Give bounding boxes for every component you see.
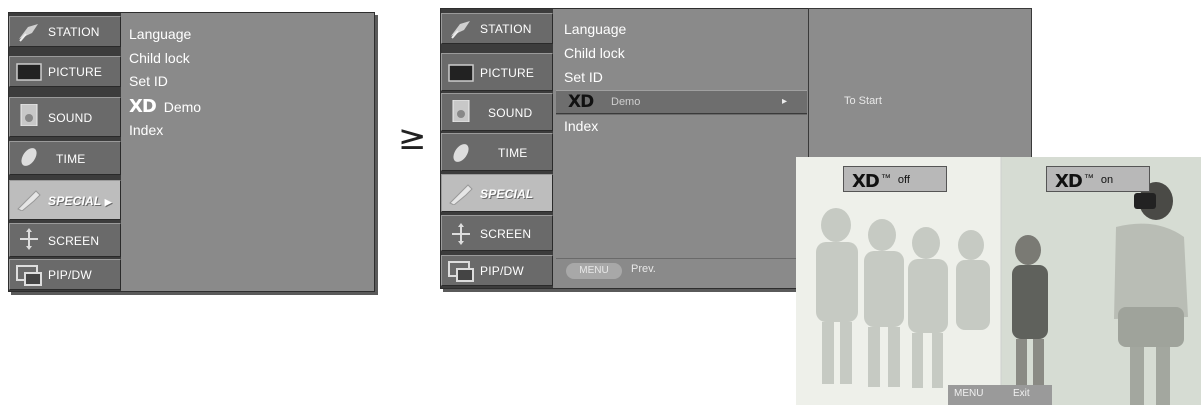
screen-adjust-icon [452,223,470,245]
picture-icon [16,63,42,81]
transition-arrow: ≥ [398,118,427,158]
sidebar-item-screen[interactable]: SCREEN [441,215,553,251]
sidebar-item-label: PIP/DW [480,264,524,278]
menu-item-language[interactable]: Language [129,26,191,42]
menu-item-child-lock[interactable]: Child lock [564,45,625,61]
clock-icon [453,144,469,162]
sidebar-right: STATION PICTURE SOUND TIME SPECIAL SCREE… [441,9,553,288]
sidebar-item-label: SCREEN [480,227,532,241]
submenu-option-to-start[interactable]: To Start [844,95,882,107]
sidebar-item-label: PIP/DW [48,268,92,282]
xd-on-label: on [1100,174,1114,186]
menu-prev-button[interactable]: MENU [566,263,622,279]
menu-item-xd-demo-selected[interactable]: XD Demo ▸ [556,90,807,114]
sidebar-item-screen[interactable]: SCREEN [9,223,121,257]
demo-photo-illustration [796,157,1201,405]
sidebar-item-pip[interactable]: PIP/DW [9,259,121,290]
demo-menu-button[interactable]: MENU [954,388,983,399]
sidebar-item-time[interactable]: TIME [9,141,121,175]
sidebar-item-pip[interactable]: PIP/DW [441,255,553,286]
sidebar-item-label: PICTURE [48,65,103,79]
demo-exit-label: Exit [1013,388,1030,399]
menu-item-index[interactable]: Index [129,122,163,138]
xd-off-label: off [897,174,910,186]
sidebar-item-sound[interactable]: SOUND [441,93,553,131]
menu-item-set-id[interactable]: Set ID [564,69,603,85]
xd-logo: XD [852,171,880,192]
sidebar-item-time[interactable]: TIME [441,133,553,171]
sidebar-item-label: SOUND [488,106,533,120]
xd-logo: XD [1055,171,1083,192]
menu-item-set-id[interactable]: Set ID [129,73,168,89]
xd-demo-image: XD ™ off XD ™ on MENU Exit [796,157,1201,405]
menu-footer-divider [556,258,807,259]
sidebar-item-label: SOUND [48,111,93,125]
menu-item-label: Demo [611,96,641,108]
sidebar-left: STATION PICTURE SOUND TIME SPECIAL ▶ SCR… [9,13,121,291]
satellite-icon [451,21,470,39]
satellite-icon [19,24,38,42]
trademark-symbol: ™ [880,173,891,184]
wrench-icon [17,190,41,211]
sidebar-item-picture[interactable]: PICTURE [9,56,121,87]
speaker-icon [20,104,38,126]
sidebar-item-label: STATION [48,25,100,39]
clock-icon [21,148,37,166]
sidebar-item-special[interactable]: SPECIAL [441,174,553,212]
xd-off-badge: XD ™ off [843,166,947,192]
screen-adjust-icon [20,228,38,250]
pip-icon [16,265,42,286]
sidebar-item-label: TIME [56,152,86,166]
xd-logo: XD [568,92,594,112]
sidebar-item-label: STATION [480,22,532,36]
prev-label: Prev. [631,263,656,275]
speaker-icon [452,100,470,122]
sidebar-item-label: SPECIAL [48,194,102,208]
sidebar-item-sound[interactable]: SOUND [9,97,121,137]
wrench-icon [449,184,473,205]
xd-logo: XD [129,96,157,117]
menu-item-language[interactable]: Language [564,21,626,37]
sidebar-item-label: TIME [498,146,528,160]
trademark-symbol: ™ [1083,173,1094,184]
sidebar-item-station[interactable]: STATION [441,13,553,44]
menu-item-index[interactable]: Index [564,118,598,134]
submenu-arrow-icon: ▸ [782,96,788,107]
submenu-arrow-icon: ▶ [104,197,112,207]
sidebar-item-special[interactable]: SPECIAL ▶ [9,180,121,220]
sidebar-item-label: PICTURE [480,66,535,80]
sidebar-item-label: SCREEN [48,234,100,248]
sidebar-item-station[interactable]: STATION [9,16,121,47]
pip-icon [448,261,474,282]
sidebar-item-label: SPECIAL [480,187,534,201]
picture-icon [448,64,474,82]
menu-divider [556,114,807,115]
sidebar-item-picture[interactable]: PICTURE [441,53,553,91]
menu-item-label: Demo [163,99,202,115]
menu-item-child-lock[interactable]: Child lock [129,50,190,66]
xd-on-badge: XD ™ on [1046,166,1150,192]
menu-item-xd-demo[interactable]: XD Demo [129,96,201,117]
